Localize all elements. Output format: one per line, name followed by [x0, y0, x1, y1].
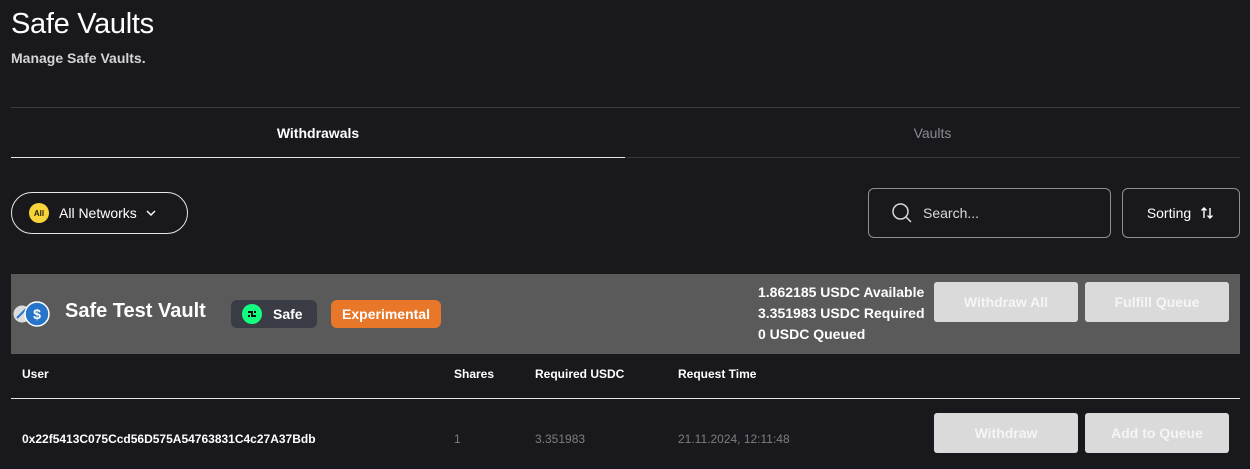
- sorting-label: Sorting: [1146, 205, 1192, 221]
- column-header-required-usdc: Required USDC: [535, 367, 625, 381]
- column-header-shares: Shares: [454, 367, 495, 381]
- safe-chip-label: Safe: [273, 306, 303, 322]
- search-box[interactable]: [868, 188, 1111, 238]
- table-row: 0x22f5413C075Ccd56D575A54763831C4c27A37B…: [11, 400, 1240, 469]
- network-selector[interactable]: All All Networks: [11, 192, 188, 234]
- fulfill-queue-button[interactable]: Fulfill Queue: [1085, 282, 1229, 322]
- page-subtitle: Manage Safe Vaults.: [11, 50, 146, 66]
- add-to-queue-button[interactable]: Add to Queue: [1085, 413, 1229, 453]
- vault-token-icon: $: [12, 301, 50, 327]
- search-icon: [892, 203, 912, 223]
- table-header: User Shares Required USDC Request Time: [11, 354, 1240, 399]
- experimental-badge: Experimental: [331, 300, 441, 328]
- tab-withdrawals[interactable]: Withdrawals: [11, 108, 625, 158]
- usdc-required: 3.351983 USDC Required: [758, 305, 925, 321]
- tab-bar: Withdrawals Vaults: [11, 108, 1240, 160]
- search-input[interactable]: [923, 205, 1093, 221]
- withdraw-all-button[interactable]: Withdraw All: [934, 282, 1078, 322]
- request-time-value: 21.11.2024, 12:11:48: [678, 432, 790, 446]
- sort-arrows-icon: [1201, 207, 1214, 219]
- page-title: Safe Vaults: [11, 8, 154, 40]
- user-address: 0x22f5413C075Ccd56D575A54763831C4c27A37B…: [22, 432, 316, 446]
- withdraw-button[interactable]: Withdraw: [934, 413, 1078, 453]
- safe-chip: Safe: [231, 300, 317, 328]
- chevron-down-icon: [146, 210, 156, 216]
- vault-name: Safe Test Vault: [65, 300, 206, 322]
- svg-text:$: $: [33, 306, 41, 322]
- required-usdc-value: 3.351983: [535, 432, 586, 446]
- network-selector-label: All Networks: [59, 205, 137, 221]
- column-header-user: User: [22, 367, 49, 381]
- usdc-queued: 0 USDC Queued: [758, 326, 866, 342]
- safe-logo-icon: [242, 304, 262, 324]
- shares-value: 1: [454, 432, 461, 446]
- usdc-available: 1.862185 USDC Available: [758, 284, 925, 300]
- vault-header: $ Safe Test Vault Safe Experimental 1.86…: [11, 274, 1240, 354]
- all-networks-icon: All: [29, 203, 49, 223]
- sorting-button[interactable]: Sorting: [1122, 188, 1240, 238]
- tab-vaults[interactable]: Vaults: [625, 108, 1240, 158]
- vault-stats: 1.862185 USDC Available 3.351983 USDC Re…: [758, 282, 925, 345]
- column-header-request-time: Request Time: [678, 367, 757, 381]
